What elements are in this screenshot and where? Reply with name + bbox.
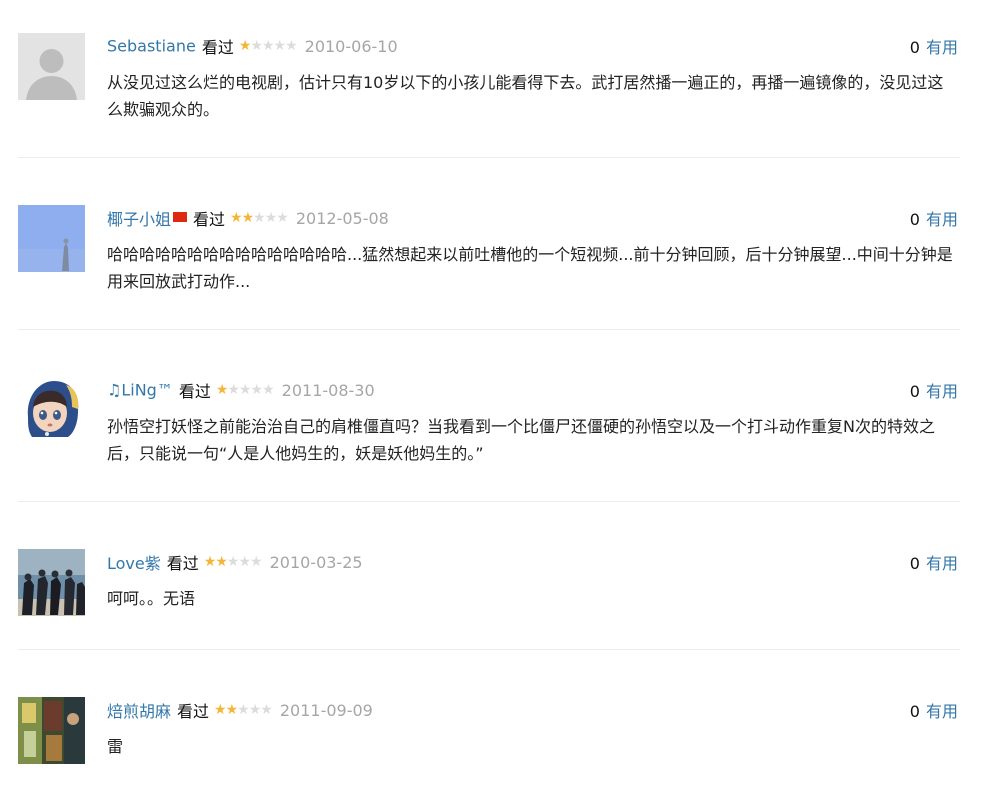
votes: 0 有用 (910, 378, 958, 402)
review-text: 哈哈哈哈哈哈哈哈哈哈哈哈哈哈哈...猛然想起来以前吐槽他的一个短视频...前十分… (107, 245, 953, 291)
vote-count: 0 (909, 554, 920, 573)
useful-button[interactable]: 有用 (926, 554, 958, 573)
star-icon: ★ (250, 382, 264, 398)
star-icon: ★ (237, 702, 250, 718)
star-icon: ★ (215, 554, 228, 570)
star-icon: ★ (285, 38, 298, 54)
username-link[interactable]: 椰子小姐 (107, 210, 171, 229)
votes: 0 有用 (910, 206, 958, 230)
watched-label: 看过 (177, 702, 210, 721)
rating-stars: ★★★★★ (238, 38, 298, 54)
username-link[interactable]: ♫LiNg™ (107, 381, 173, 400)
group-photo-avatar (18, 549, 85, 616)
votes: 0 有用 (910, 34, 958, 58)
star-icon: ★ (230, 210, 243, 226)
divider (18, 157, 960, 158)
review-header: ♫LiNg™ 看过 ★★★★★ 2011-08-30 0 有用 (107, 378, 960, 406)
sky-avatar (18, 205, 85, 272)
useful-button[interactable]: 有用 (926, 382, 958, 401)
review-date: 2012-05-08 (295, 208, 389, 228)
vote-count: 0 (909, 38, 920, 57)
star-icon: ★ (260, 702, 273, 718)
doll-avatar (18, 377, 85, 444)
review-date: 2011-08-30 (281, 380, 375, 400)
review-date: 2010-06-10 (304, 36, 398, 56)
review-text: 从没见过这么烂的电视剧，估计只有10岁以下的小孩儿能看得下去。武打居然播一遍正的… (107, 73, 944, 119)
username-link[interactable]: Love紫 (107, 554, 161, 573)
flag-icon (173, 212, 188, 222)
watched-label: 看过 (201, 38, 234, 57)
star-icon: ★ (250, 38, 263, 54)
star-icon: ★ (238, 382, 252, 398)
star-icon: ★ (238, 38, 252, 54)
star-icon: ★ (227, 382, 240, 398)
review-text: 孙悟空打妖怪之前能治治自己的肩椎僵直吗？当我看到一个比僵尸还僵硬的孙悟空以及一个… (107, 417, 935, 463)
rating-stars: ★★★★★ (230, 210, 289, 226)
votes: 0 有用 (910, 698, 958, 722)
star-icon: ★ (262, 382, 275, 398)
votes: 0 有用 (910, 550, 958, 574)
star-icon: ★ (253, 210, 266, 226)
avatar[interactable] (18, 697, 85, 764)
divider (18, 501, 960, 502)
useful-button[interactable]: 有用 (926, 38, 958, 57)
vote-count: 0 (909, 210, 920, 229)
review-header: Sebastiane 看过 ★★★★★ 2010-06-10 0 有用 (107, 34, 960, 62)
star-icon: ★ (250, 554, 263, 570)
vote-count: 0 (909, 382, 920, 401)
review-header: Love紫 看过 ★★★★★ 2010-03-25 0 有用 (107, 550, 960, 578)
star-icon: ★ (273, 38, 287, 54)
avatar[interactable] (18, 33, 85, 100)
star-icon: ★ (276, 210, 289, 226)
star-icon: ★ (226, 554, 240, 570)
star-icon: ★ (215, 382, 229, 398)
poster-avatar (18, 697, 85, 764)
review-header: 椰子小姐 看过 ★★★★★ 2012-05-08 0 有用 (107, 206, 960, 234)
avatar[interactable] (18, 549, 85, 616)
star-icon: ★ (241, 210, 255, 226)
star-icon: ★ (261, 38, 275, 54)
divider (18, 649, 960, 650)
star-icon: ★ (225, 702, 239, 718)
avatar[interactable] (18, 377, 85, 444)
review-date: 2011-09-09 (279, 700, 373, 720)
default-avatar-icon (18, 33, 85, 100)
rating-stars: ★★★★★ (215, 382, 275, 398)
vote-count: 0 (909, 702, 920, 721)
review-text: 呵呵。。无语 (107, 589, 196, 608)
avatar[interactable] (18, 205, 85, 272)
username-link[interactable]: Sebastiane (107, 37, 196, 56)
review-date: 2010-03-25 (269, 552, 363, 572)
watched-label: 看过 (178, 382, 211, 401)
useful-button[interactable]: 有用 (926, 210, 958, 229)
rating-stars: ★★★★★ (203, 554, 263, 570)
review-text: 雷 (107, 737, 124, 756)
star-icon: ★ (248, 702, 262, 718)
star-icon: ★ (264, 210, 278, 226)
username-link[interactable]: 焙煎胡麻 (107, 702, 171, 721)
divider (18, 329, 960, 330)
star-icon: ★ (238, 554, 251, 570)
star-icon: ★ (203, 554, 217, 570)
watched-label: 看过 (193, 210, 226, 229)
rating-stars: ★★★★★ (214, 702, 273, 718)
useful-button[interactable]: 有用 (926, 702, 958, 721)
watched-label: 看过 (166, 554, 199, 573)
star-icon: ★ (214, 702, 227, 718)
review-header: 焙煎胡麻 看过 ★★★★★ 2011-09-09 0 有用 (107, 698, 960, 726)
